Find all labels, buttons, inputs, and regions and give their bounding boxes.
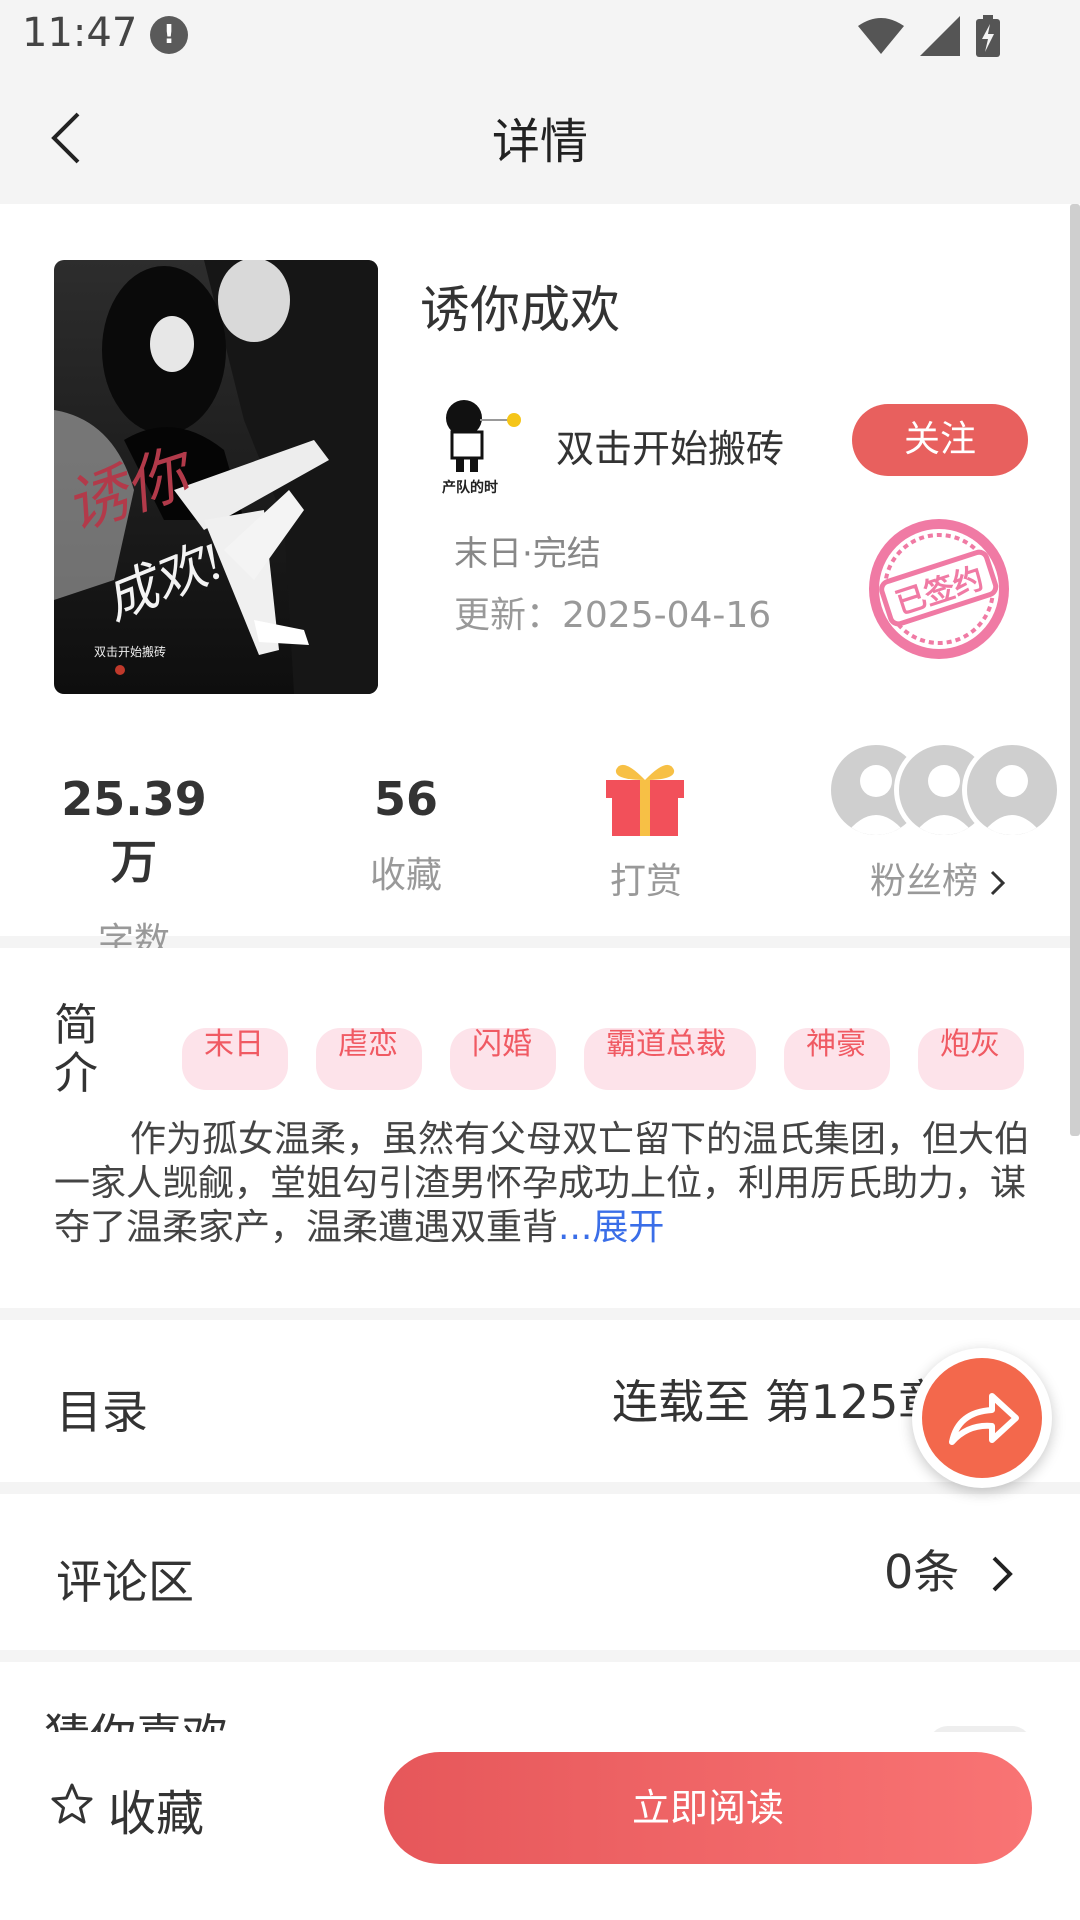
chevron-right-icon xyxy=(991,870,1006,896)
tag-chip[interactable]: 霸道总裁 xyxy=(584,1028,756,1090)
favorites-stat[interactable]: 56 收藏 xyxy=(344,772,468,898)
reward-label: 打赏 xyxy=(609,861,682,902)
wifi-icon xyxy=(858,18,904,54)
favorite-label: 收藏 xyxy=(108,1786,205,1842)
star-icon xyxy=(51,1783,93,1824)
catalog-label: 目录 xyxy=(56,1385,148,1439)
tag-chip[interactable]: 末日 xyxy=(182,1028,288,1090)
intro-text: 作为孤女温柔，虽然有父母双亡留下的温氏集团，但大伯一家人觊觎，堂姐勾引渣男怀孕成… xyxy=(54,1118,1054,1250)
signed-stamp-icon: 已签约 xyxy=(869,519,1009,659)
avatar-caption: 产队的时 xyxy=(442,479,498,495)
comments-count: 0条 xyxy=(884,1545,960,1599)
signal-icon xyxy=(920,16,960,56)
comments-label: 评论区 xyxy=(56,1555,194,1609)
book-cover-image[interactable]: 诱你 成欢! 双击开始搬砖 xyxy=(54,260,378,694)
comments-row[interactable]: 评论区 0条 xyxy=(0,1494,1080,1650)
status-time: 11:47 xyxy=(22,10,138,56)
favorites-value: 56 xyxy=(373,772,438,826)
alert-icon: ! xyxy=(150,16,188,54)
bottom-bar: 收藏 立即阅读 xyxy=(0,1732,1080,1920)
read-now-button[interactable]: 立即阅读 xyxy=(384,1752,1032,1864)
fans-ranking-link[interactable]: 粉丝榜 xyxy=(870,852,1007,904)
fan-avatar xyxy=(962,740,1062,840)
cover-author-text: 双击开始搬砖 xyxy=(94,644,166,659)
word-count-value: 25.39万 xyxy=(61,772,207,889)
top-bar: 详情 xyxy=(0,72,1080,204)
book-info-card: 诱你 成欢! 双击开始搬砖 诱你成欢 产队的时 双击开始搬砖 关注 末日·完结 … xyxy=(0,204,1080,962)
share-button[interactable] xyxy=(912,1348,1052,1488)
recommend-label: 猜你喜欢 xyxy=(44,1700,228,1732)
intro-section: 简介 末日 虐恋 闪婚 霸道总裁 神豪 炮灰 作为孤女温柔，虽然有父母双亡留下的… xyxy=(0,948,1080,1308)
word-count-stat: 25.39万 字数 xyxy=(40,772,228,964)
author-name[interactable]: 双击开始搬砖 xyxy=(556,418,784,473)
catalog-value: 连载至 第125章 xyxy=(612,1375,945,1429)
expand-link[interactable]: ...展开 xyxy=(558,1207,664,1248)
genre-status: 末日·完结 xyxy=(454,534,601,574)
reward-stat[interactable]: 打赏 xyxy=(600,852,692,904)
follow-button[interactable]: 关注 xyxy=(852,404,1028,476)
update-date: 更新：2025-04-16 xyxy=(454,595,772,636)
intro-heading: 简介 xyxy=(54,1000,98,1099)
book-title: 诱你成欢 xyxy=(420,281,620,339)
author-avatar[interactable]: 产队的时 xyxy=(422,384,534,496)
status-bar: 11:47 ! xyxy=(0,0,1080,72)
scrollbar[interactable] xyxy=(1070,204,1080,1136)
tag-chip[interactable]: 炮灰 xyxy=(918,1028,1024,1090)
gift-icon[interactable] xyxy=(602,756,688,836)
fans-ranking-label: 粉丝榜 xyxy=(870,861,979,902)
page-title: 详情 xyxy=(491,114,588,170)
fans-avatars[interactable] xyxy=(826,740,1066,840)
book-detail-page: 11:47 ! 详情 诱你 成欢! 双击开始搬砖 诱你成欢 产队的时 双击开始搬… xyxy=(0,0,1080,1920)
recommend-section: 猜你喜欢 xyxy=(0,1662,1080,1732)
status-icons xyxy=(858,14,1000,58)
chevron-right-icon xyxy=(992,1556,1013,1592)
battery-charging-icon xyxy=(976,15,1000,57)
tag-chip[interactable]: 神豪 xyxy=(784,1028,890,1090)
tag-chip[interactable]: 虐恋 xyxy=(316,1028,422,1090)
tag-chip[interactable]: 闪婚 xyxy=(450,1028,556,1090)
share-arrow-icon xyxy=(949,1393,1019,1445)
intro-body: 作为孤女温柔，虽然有父母双亡留下的温氏集团，但大伯一家人觊觎，堂姐勾引渣男怀孕成… xyxy=(54,1119,1031,1248)
favorites-label: 收藏 xyxy=(369,855,442,896)
